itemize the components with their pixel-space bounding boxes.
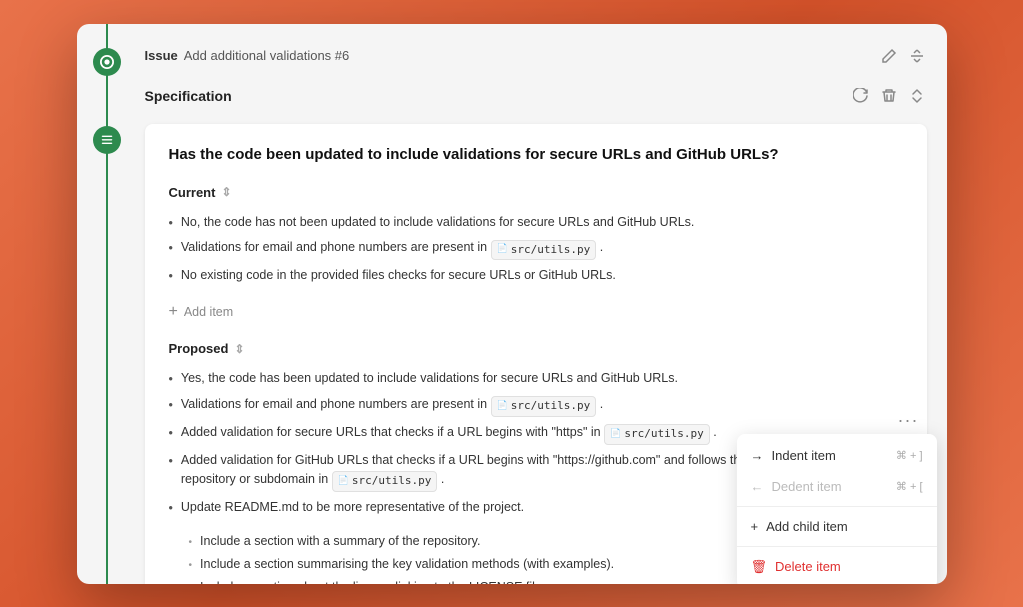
list-item: Validations for email and phone numbers … <box>169 235 903 263</box>
menu-divider-2 <box>737 546 937 547</box>
issue-actions <box>879 46 927 66</box>
more-options-button[interactable]: ··· <box>898 410 919 431</box>
add-child-item-menu[interactable]: + Add child item <box>737 511 937 542</box>
spec-icon <box>100 133 114 147</box>
list-item: Yes, the code has been updated to includ… <box>169 366 903 392</box>
menu-divider-1 <box>737 506 937 507</box>
delete-button[interactable] <box>879 86 899 106</box>
issue-label: Issue Add additional validations #6 <box>145 48 350 63</box>
main-card: Has the code been updated to include val… <box>145 124 927 584</box>
list-item-text: No, the code has not been updated to inc… <box>181 213 695 232</box>
delete-trash-icon: 🗑 <box>751 559 768 575</box>
delete-item-menu[interactable]: 🗑 Delete item <box>737 551 937 583</box>
dedent-shortcut: ⌘ + [ <box>896 480 923 493</box>
dedent-label: Dedent item <box>772 479 842 494</box>
list-item-text: Validations for email and phone numbers … <box>181 395 603 417</box>
current-drag-icon: ⇕ <box>221 185 231 199</box>
sub-item-text: Include a section about the license link… <box>200 578 545 584</box>
code-tag-2: src/utils.py <box>491 396 597 417</box>
delete-label: Delete item <box>775 559 841 574</box>
context-menu: → Indent item ⌘ + ] ← Dedent item ⌘ + [ <box>737 434 937 584</box>
content-area: Issue Add additional validations #6 <box>137 24 947 584</box>
code-tag-4: src/utils.py <box>332 471 438 492</box>
list-item-text: No existing code in the provided files c… <box>181 266 616 285</box>
indent-shortcut: ⌘ + ] <box>896 449 923 462</box>
issue-tag: Issue <box>145 48 178 63</box>
code-tag: src/utils.py <box>491 240 597 261</box>
timeline <box>77 24 137 584</box>
resize-button[interactable] <box>907 46 927 66</box>
edit-button[interactable] <box>879 46 899 66</box>
main-window: Issue Add additional validations #6 <box>77 24 947 584</box>
proposed-drag-icon: ⇕ <box>234 342 244 356</box>
code-tag-3: src/utils.py <box>604 424 710 445</box>
spec-actions <box>851 86 927 106</box>
proposed-label: Proposed <box>169 341 229 356</box>
add-child-label: Add child item <box>766 519 848 534</box>
indent-icon: → <box>751 448 764 463</box>
sub-item-text: Include a section summarising the key va… <box>200 555 614 574</box>
dedent-icon: ← <box>751 479 764 494</box>
expand-button[interactable] <box>907 86 927 106</box>
indent-label: Indent item <box>772 448 836 463</box>
issue-node <box>93 48 121 76</box>
spec-row: Specification <box>137 80 927 112</box>
indent-item-left: → Indent item <box>751 448 836 463</box>
plus-icon: + <box>169 303 178 321</box>
list-item-text: Added validation for secure URLs that ch… <box>181 423 717 445</box>
indent-item-menu[interactable]: → Indent item ⌘ + ] <box>737 440 937 471</box>
list-item: No, the code has not been updated to inc… <box>169 210 903 236</box>
timeline-line <box>106 24 108 584</box>
delete-item-left: 🗑 Delete item <box>751 559 841 575</box>
sub-item-text: Include a section with a summary of the … <box>200 532 480 551</box>
current-label: Current <box>169 185 216 200</box>
section-divider <box>169 325 903 341</box>
dedent-item-left: ← Dedent item <box>751 479 842 494</box>
list-item: Validations for email and phone numbers … <box>169 392 903 420</box>
add-item-label: Add item <box>184 305 233 319</box>
list-item-text: Validations for email and phone numbers … <box>181 238 603 260</box>
current-list: No, the code has not been updated to inc… <box>169 210 903 290</box>
card-question: Has the code been updated to include val… <box>169 144 903 165</box>
list-item-text: Update README.md to be more representati… <box>181 498 524 517</box>
spec-label: Specification <box>145 88 232 104</box>
issue-icon <box>100 55 114 69</box>
proposed-section-header: Proposed ⇕ <box>169 341 903 356</box>
add-child-icon: + <box>751 519 759 534</box>
refresh-button[interactable] <box>851 86 871 106</box>
issue-title: Add additional validations #6 <box>184 48 350 63</box>
issue-row: Issue Add additional validations #6 <box>137 40 927 72</box>
add-child-left: + Add child item <box>751 519 848 534</box>
list-item-text: Yes, the code has been updated to includ… <box>181 369 678 388</box>
add-item-button-current[interactable]: + Add item <box>169 299 234 325</box>
dedent-item-menu: ← Dedent item ⌘ + [ <box>737 471 937 502</box>
list-item: No existing code in the provided files c… <box>169 263 903 289</box>
current-section-header: Current ⇕ <box>169 185 903 200</box>
spec-node <box>93 126 121 154</box>
